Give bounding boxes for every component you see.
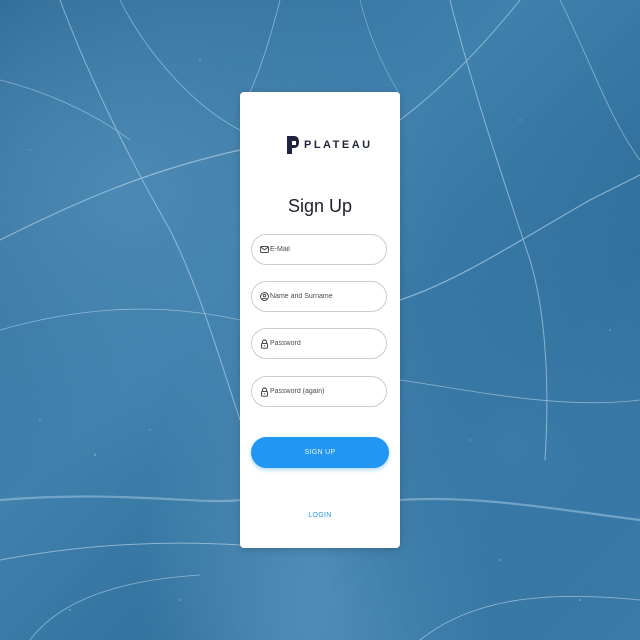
email-field[interactable]	[251, 234, 387, 265]
password-field[interactable]	[251, 328, 387, 359]
password-input[interactable]	[270, 340, 378, 347]
lock-icon	[259, 387, 269, 397]
signup-button[interactable]: SIGN UP	[251, 437, 389, 468]
login-link[interactable]: LOGIN	[240, 512, 400, 519]
password-confirm-field[interactable]	[251, 376, 387, 407]
brand-name: PLATEAU	[304, 139, 373, 151]
fullname-field[interactable]	[251, 281, 387, 312]
email-input[interactable]	[270, 246, 378, 253]
lock-icon	[259, 339, 269, 349]
signup-card: PLATEAU Sign Up E-Mail Name and Surname …	[240, 92, 400, 548]
user-circle-icon	[259, 292, 269, 302]
brand-logo: PLATEAU	[286, 134, 373, 156]
page-title: Sign Up	[287, 196, 353, 216]
mail-icon	[259, 245, 269, 255]
fullname-input[interactable]	[270, 293, 378, 300]
password-confirm-input[interactable]	[270, 388, 378, 395]
plateau-logo-icon	[287, 136, 299, 154]
